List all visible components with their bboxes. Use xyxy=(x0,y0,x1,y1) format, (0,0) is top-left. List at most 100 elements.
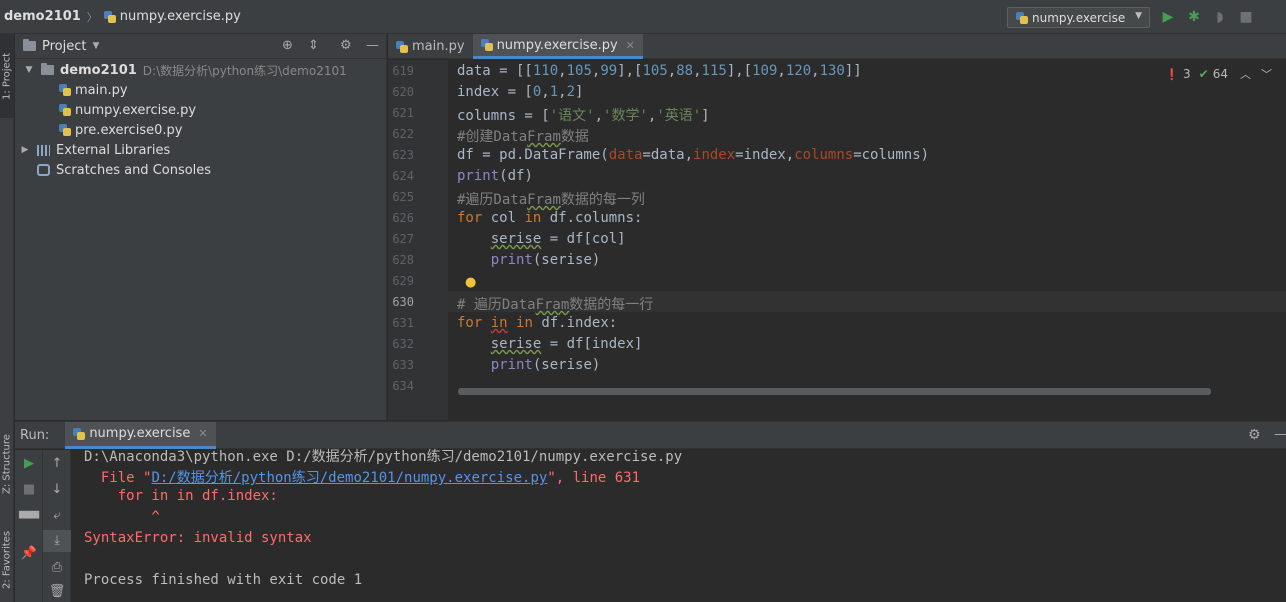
print-icon[interactable]: ⎙ xyxy=(43,560,71,575)
stop-icon[interactable]: ■ xyxy=(1238,9,1254,25)
lightbulb-icon[interactable]: ● xyxy=(465,275,476,290)
folder-icon xyxy=(23,39,36,51)
code-line[interactable]: for col in df.columns: xyxy=(457,210,642,226)
line-number: 633 xyxy=(392,358,414,372)
code-line[interactable]: serise = df[index] xyxy=(457,336,643,352)
inspection-widget[interactable]: ❗ 3 ✔ 64 ︿ ﹀ xyxy=(1165,66,1272,82)
code-line[interactable]: columns = ['语文','数学','英语'] xyxy=(457,105,710,125)
project-panel-title[interactable]: Project xyxy=(42,39,86,54)
file-name: main.py xyxy=(75,82,128,98)
scroll-to-end-icon[interactable]: ⤓ xyxy=(43,530,71,552)
trash-icon[interactable]: 🗑 xyxy=(43,584,71,599)
minimize-icon[interactable]: — xyxy=(1274,427,1286,442)
tab-main-py[interactable]: main.py xyxy=(388,34,473,59)
line-number: 620 xyxy=(392,85,414,99)
close-icon[interactable]: ✕ xyxy=(626,39,635,52)
line-number: 629 xyxy=(392,274,414,288)
code-line[interactable]: df = pd.DataFrame(data=data,index=index,… xyxy=(457,147,929,163)
chevron-down-icon[interactable]: ﹀ xyxy=(1261,66,1272,82)
tool-tab-favorites[interactable]: 2: Favorites xyxy=(0,518,14,602)
run-console[interactable]: D:\Anaconda3\python.exe D:/数据分析/python练习… xyxy=(72,449,1286,602)
python-file-icon xyxy=(59,104,71,116)
code-line[interactable]: #遍历DataFram数据的每一列 xyxy=(457,189,645,209)
breadcrumb-project[interactable]: demo2101 xyxy=(4,9,81,24)
run-configuration-select[interactable]: numpy.exercise ▼ xyxy=(1007,7,1150,28)
code-line[interactable]: print(serise) xyxy=(457,357,601,373)
tab-label: main.py xyxy=(412,39,465,54)
run-configuration-label: numpy.exercise xyxy=(1032,10,1126,25)
library-icon xyxy=(37,144,50,156)
horizontal-scrollbar[interactable] xyxy=(458,388,1211,395)
run-panel-header: Run: numpy.exercise ✕ ⚙ — xyxy=(15,421,1286,449)
collapse-all-icon[interactable]: ⇕ xyxy=(308,38,319,53)
python-file-icon xyxy=(480,39,493,51)
tool-tab-structure[interactable]: Z: Structure xyxy=(0,422,14,506)
code-line[interactable]: index = [0,1,2] xyxy=(457,84,583,100)
locate-icon[interactable]: ⊕ xyxy=(282,38,293,53)
pin-icon[interactable]: 📌 xyxy=(15,546,43,561)
run-toolbar: ▶ ■ ▀▀ 📌 xyxy=(15,450,43,602)
line-number: 627 xyxy=(392,232,414,246)
expanded-arrow-icon[interactable]: ▼ xyxy=(23,65,35,75)
root-folder-path: D:\数据分析\python练习\demo2101 xyxy=(142,63,347,78)
down-arrow-icon[interactable]: ↓ xyxy=(43,482,71,497)
error-icon: ❗ xyxy=(1165,67,1180,81)
soft-wrap-icon[interactable]: ⤶ xyxy=(43,508,71,523)
python-icon xyxy=(73,427,86,440)
tree-item-file[interactable]: main.py xyxy=(15,80,386,100)
python-file-icon xyxy=(103,10,116,23)
chevron-up-icon[interactable]: ︿ xyxy=(1240,66,1251,82)
layout-icon[interactable]: ▀▀ xyxy=(15,512,43,527)
code-line[interactable]: data = [[110,105,99],[105,88,115],[109,1… xyxy=(457,63,862,79)
collapsed-arrow-icon[interactable]: ▶ xyxy=(19,145,31,155)
tab-numpy-exercise-py[interactable]: numpy.exercise.py ✕ xyxy=(472,34,643,59)
up-arrow-icon[interactable]: ↑ xyxy=(43,456,71,471)
code-line[interactable]: serise = df[col] xyxy=(457,231,626,247)
tab-label: numpy.exercise.py xyxy=(496,37,618,53)
rerun-icon[interactable]: ▶ xyxy=(15,456,43,471)
line-number: 624 xyxy=(392,169,414,183)
console-error-code: for in in df.index: xyxy=(84,488,278,504)
traceback-file-link[interactable]: D:/数据分析/python练习/demo2101/numpy.exercise… xyxy=(151,470,547,486)
project-panel-header: Project ▼ ⊕ ⇕ ⚙ — xyxy=(15,34,386,59)
stop-icon[interactable]: ■ xyxy=(15,482,43,497)
chevron-down-icon: ▼ xyxy=(1135,11,1142,21)
editor-tabs: main.py numpy.exercise.py ✕ xyxy=(388,34,1286,59)
run-icon[interactable]: ▶ xyxy=(1160,9,1176,25)
close-icon[interactable]: ✕ xyxy=(198,427,207,440)
run-tab-label: numpy.exercise xyxy=(89,426,191,441)
tree-item-file[interactable]: numpy.exercise.py xyxy=(15,100,386,120)
tree-item-scratches[interactable]: Scratches and Consoles xyxy=(15,160,386,180)
python-file-icon xyxy=(59,84,71,96)
breadcrumb-separator-icon: 〉 xyxy=(86,10,98,24)
gear-icon[interactable]: ⚙ xyxy=(340,38,352,53)
debug-icon[interactable]: ✱ xyxy=(1186,9,1202,25)
gear-icon[interactable]: ⚙ xyxy=(1248,427,1261,443)
code-line[interactable]: print(serise) xyxy=(457,252,601,268)
code-line[interactable]: # 遍历DataFram数据的每一行 xyxy=(457,294,653,314)
run-toolbar-secondary: ↑ ↓ ⤶ ⤓ ⎙ 🗑 xyxy=(43,450,71,602)
root-folder-name: demo2101 xyxy=(60,62,137,78)
left-tool-strip: 1: Project Z: Structure 2: Favorites xyxy=(0,34,14,602)
breadcrumb-file[interactable]: numpy.exercise.py xyxy=(120,9,241,24)
run-tab[interactable]: numpy.exercise ✕ xyxy=(65,421,216,449)
navigation-bar: demo2101 〉 numpy.exercise.py numpy.exerc… xyxy=(0,0,1286,34)
tree-item-file[interactable]: pre.exercise0.py xyxy=(15,120,386,140)
line-number: 619 xyxy=(392,64,414,78)
traceback-suffix: ", line 631 xyxy=(547,470,641,486)
file-name: pre.exercise0.py xyxy=(75,122,183,138)
run-panel-label: Run: xyxy=(20,427,50,443)
line-number: 628 xyxy=(392,253,414,267)
chevron-down-icon[interactable]: ▼ xyxy=(92,41,99,51)
minimize-icon[interactable]: — xyxy=(366,38,379,53)
tree-item-external-libraries[interactable]: ▶ External Libraries xyxy=(15,140,386,160)
tree-item-root[interactable]: ▼ demo2101 D:\数据分析\python练习\demo2101 xyxy=(15,60,386,80)
console-command: D:\Anaconda3\python.exe D:/数据分析/python练习… xyxy=(84,449,683,465)
code-line[interactable]: print(df) xyxy=(457,168,533,184)
tool-tab-project[interactable]: 1: Project xyxy=(0,34,14,118)
code-line[interactable]: for in in df.index: xyxy=(457,315,617,331)
console-syntax-error: SyntaxError: invalid syntax xyxy=(84,530,312,546)
code-line[interactable]: #创建DataFram数据 xyxy=(457,126,589,146)
line-number: 621 xyxy=(392,106,414,120)
coverage-icon[interactable]: ◗ xyxy=(1212,9,1228,25)
